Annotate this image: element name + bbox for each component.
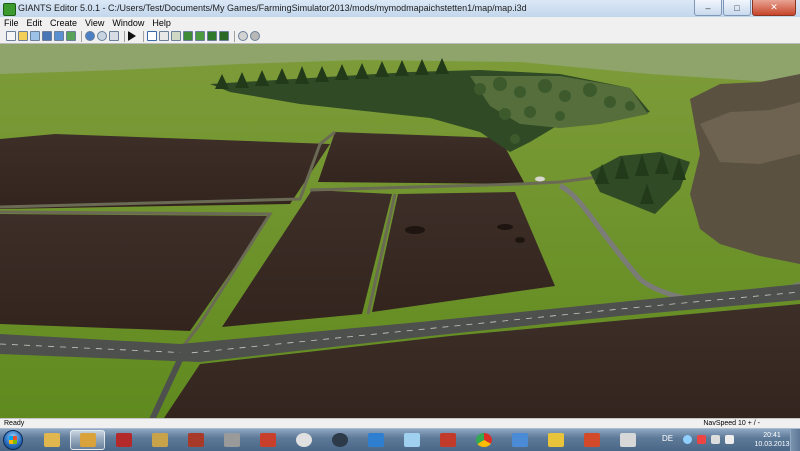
settings-icon[interactable] (250, 31, 260, 41)
toolbar-separator (234, 30, 235, 42)
notepad-icon (403, 433, 420, 447)
pokeball-icon (295, 433, 312, 447)
terrain-flatten-icon[interactable] (207, 31, 217, 41)
window-controls: – □ ✕ (693, 0, 796, 16)
save-as-icon[interactable] (54, 31, 64, 41)
steam-icon (331, 433, 348, 447)
3d-viewport[interactable]: persp (0, 44, 800, 424)
title-bar[interactable]: GIANTS Editor 5.0.1 - C:/Users/Test/Docu… (0, 0, 800, 18)
ground-patch (515, 237, 525, 243)
toolbar-separator (124, 30, 125, 42)
taskbar-app[interactable] (358, 430, 393, 450)
taskbar-app[interactable] (178, 430, 213, 450)
clock-date: 10.03.2013 (754, 441, 790, 448)
taskbar-app[interactable] (610, 430, 645, 450)
terrain-smooth-icon[interactable] (195, 31, 205, 41)
save-icon[interactable] (42, 31, 52, 41)
toolbar (0, 29, 800, 44)
tractor-game-icon (187, 433, 204, 447)
minimize-button[interactable]: – (694, 0, 722, 16)
taskbar-app[interactable] (502, 430, 537, 450)
menu-bar: File Edit Create View Window Help (0, 17, 800, 29)
taskbar-app[interactable] (142, 430, 177, 450)
toolbar-separator (143, 30, 144, 42)
volume-icon[interactable] (725, 435, 734, 444)
export-icon[interactable] (66, 31, 76, 41)
menu-window[interactable]: Window (108, 17, 148, 29)
cut-icon[interactable] (109, 31, 119, 41)
clock-time: 20:41 (763, 432, 781, 439)
taskbar-app[interactable] (538, 430, 573, 450)
taskbar-app[interactable] (322, 430, 357, 450)
taskbar-app[interactable] (70, 430, 105, 450)
menu-create[interactable]: Create (46, 17, 81, 29)
undo-icon[interactable] (85, 31, 95, 41)
redo-icon[interactable] (97, 31, 107, 41)
open-icon[interactable] (18, 31, 28, 41)
taskbar-app[interactable] (250, 430, 285, 450)
system-tray: DE 20:41 10.03.2013 (655, 429, 800, 451)
select-mode-icon[interactable] (147, 31, 157, 41)
fill-icon[interactable] (238, 31, 248, 41)
taskbar-app[interactable] (286, 430, 321, 450)
window-title: GIANTS Editor 5.0.1 - C:/Users/Test/Docu… (18, 3, 527, 13)
taskbar-apps (34, 430, 646, 450)
taskbar-app[interactable] (574, 430, 609, 450)
new-icon[interactable] (6, 31, 16, 41)
show-desktop-button[interactable] (790, 429, 800, 451)
taskbar-app[interactable] (430, 430, 465, 450)
giants-editor-icon (619, 433, 636, 447)
network-icon (511, 433, 528, 447)
network-icon[interactable] (711, 435, 720, 444)
menu-edit[interactable]: Edit (23, 17, 47, 29)
taskbar-app[interactable] (466, 430, 501, 450)
farm-object (535, 176, 545, 182)
ground-patch (497, 224, 513, 230)
game-icon (115, 433, 132, 447)
taskbar-app[interactable] (394, 430, 429, 450)
tray-expand-icon[interactable] (683, 435, 692, 444)
foliage-icon[interactable] (219, 31, 229, 41)
farming-simulator-2012-icon (259, 433, 276, 447)
ground-patch (405, 226, 425, 234)
taskbar-app[interactable] (34, 430, 69, 450)
chrome-icon (475, 433, 492, 447)
giants-editor-icon (3, 3, 16, 16)
flag-icon[interactable] (697, 435, 706, 444)
castle-game-icon (151, 433, 168, 447)
menu-view[interactable]: View (81, 17, 108, 29)
terrain-paint-icon[interactable] (171, 31, 181, 41)
clock[interactable]: 20:41 10.03.2013 (752, 431, 792, 449)
windows-explorer-icon (43, 433, 60, 447)
start-button[interactable] (3, 430, 23, 450)
toolbar-separator (81, 30, 82, 42)
winamp-icon (547, 433, 564, 447)
taskbar-app[interactable] (106, 430, 141, 450)
truck-game-icon (223, 433, 240, 447)
play-icon[interactable] (128, 31, 136, 41)
taskbar: DE 20:41 10.03.2013 (0, 428, 800, 451)
import-icon[interactable] (30, 31, 40, 41)
ccleaner-icon (583, 433, 600, 447)
taskbar-app[interactable] (214, 430, 249, 450)
terrain-scene[interactable] (0, 44, 800, 424)
language-indicator[interactable]: DE (662, 434, 673, 443)
maximize-button[interactable]: □ (723, 0, 751, 16)
terrain-raise-icon[interactable] (183, 31, 193, 41)
close-button[interactable]: ✕ (752, 0, 796, 16)
move-mode-icon[interactable] (159, 31, 169, 41)
document-viewer-icon (439, 433, 456, 447)
menu-help[interactable]: Help (148, 17, 175, 29)
farming-simulator-icon (79, 433, 96, 447)
teamviewer-icon (367, 433, 384, 447)
field-1 (0, 134, 330, 209)
menu-file[interactable]: File (0, 17, 23, 29)
